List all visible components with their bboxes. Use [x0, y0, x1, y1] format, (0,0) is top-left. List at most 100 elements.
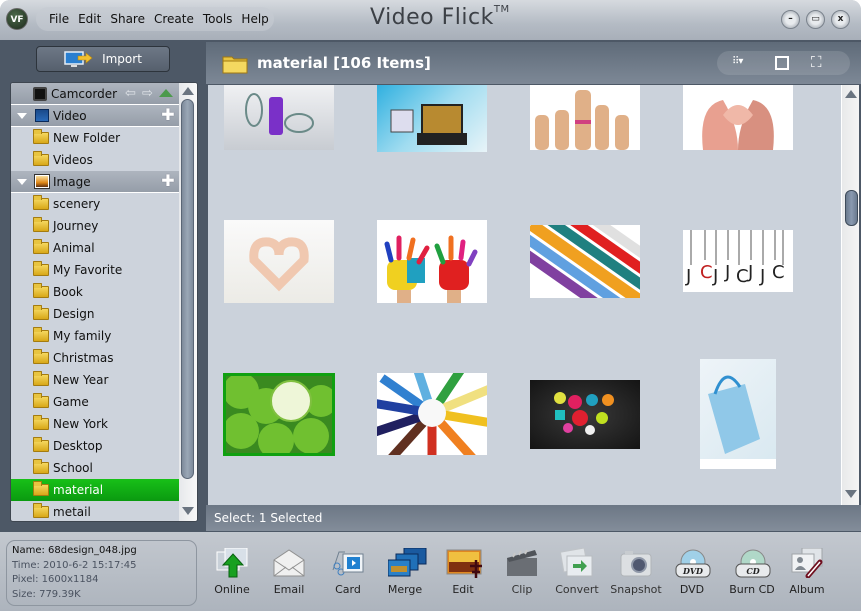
- folder-icon: [33, 283, 49, 298]
- sidebar-image-header[interactable]: Image ✚: [11, 171, 179, 193]
- sidebar-item-new-year[interactable]: New Year: [11, 369, 179, 391]
- online-label: Online: [214, 583, 250, 596]
- back-arrow-icon[interactable]: ⇦: [125, 86, 136, 101]
- sidebar-item-videos[interactable]: Videos: [11, 149, 179, 171]
- burn-cd-button[interactable]: CD Burn CD: [724, 548, 780, 596]
- album-button[interactable]: Album: [779, 547, 835, 596]
- minimize-button[interactable]: –: [781, 10, 800, 29]
- scrollbar-thumb[interactable]: [845, 190, 858, 226]
- menu-help[interactable]: Help: [241, 12, 268, 26]
- menu-edit[interactable]: Edit: [78, 12, 101, 26]
- maximize-button[interactable]: ▭: [806, 10, 825, 29]
- menu-tools[interactable]: Tools: [203, 12, 233, 26]
- thumbnail-thumbs-up[interactable]: [530, 85, 640, 150]
- sidebar-scrollbar[interactable]: [179, 83, 197, 521]
- sidebar-item-book[interactable]: Book: [11, 281, 179, 303]
- thumbnail-color-pencils[interactable]: [377, 373, 487, 455]
- sidebar-item-label: My family: [53, 329, 112, 343]
- clapperboard-icon: [505, 548, 539, 578]
- camcorder-icon: [33, 86, 47, 101]
- single-view-icon[interactable]: [775, 56, 789, 70]
- sidebar-item-new-york[interactable]: New York: [11, 413, 179, 435]
- clip-label: Clip: [511, 583, 533, 596]
- thumbnail-robots[interactable]: [377, 85, 487, 152]
- thumbnail-telephones[interactable]: JCJJCJJC: [683, 230, 793, 292]
- main-header: material [106 Items] ⠿▾ ⛶: [206, 42, 861, 84]
- image-icon: [34, 174, 50, 189]
- expand-icon[interactable]: [17, 178, 27, 185]
- sidebar-item-label: Game: [53, 395, 89, 409]
- clip-button[interactable]: Clip: [494, 548, 550, 596]
- sidebar-item-design[interactable]: Design: [11, 303, 179, 325]
- scroll-down-icon[interactable]: [845, 490, 857, 498]
- import-icon: [64, 51, 93, 67]
- sidebar-item-animal[interactable]: Animal: [11, 237, 179, 259]
- scroll-up-icon[interactable]: [845, 90, 857, 98]
- scroll-up-icon[interactable]: [182, 87, 194, 95]
- folder-icon: [222, 54, 248, 74]
- edit-button[interactable]: Edit: [435, 548, 491, 596]
- convert-button[interactable]: Convert: [549, 547, 605, 596]
- thumbnail-monster-art[interactable]: [530, 380, 640, 449]
- card-button[interactable]: Card: [320, 548, 376, 596]
- sidebar-item-my-family[interactable]: My family: [11, 325, 179, 347]
- menu-create[interactable]: Create: [154, 12, 194, 26]
- fullscreen-icon[interactable]: ⛶: [811, 53, 822, 71]
- app-title: Video FlickTM: [370, 3, 510, 30]
- sidebar-camcorder[interactable]: Camcorder ⇦ ⇨: [11, 83, 179, 105]
- thumbnail-combs[interactable]: [530, 225, 640, 298]
- svg-text:J: J: [712, 266, 718, 287]
- thumbnail-cupped-hands[interactable]: [683, 85, 793, 150]
- sidebar-item-school[interactable]: School: [11, 457, 179, 479]
- menu-share[interactable]: Share: [110, 12, 145, 26]
- expand-icon[interactable]: [17, 112, 27, 119]
- sidebar-item-scenery[interactable]: scenery: [11, 193, 179, 215]
- sidebar-video-header[interactable]: Video ✚: [11, 105, 179, 127]
- thumbnail-heart-hands[interactable]: [224, 220, 334, 303]
- snapshot-button[interactable]: Snapshot: [608, 548, 664, 596]
- thumbnail-glasses[interactable]: [224, 85, 334, 150]
- main-scrollbar[interactable]: [841, 85, 859, 505]
- sidebar-item-metail[interactable]: metail: [11, 501, 179, 521]
- burn-cd-label: Burn CD: [729, 583, 775, 596]
- close-button[interactable]: x: [831, 10, 850, 29]
- grid-view-icon[interactable]: ⠿▾: [732, 56, 743, 67]
- sidebar-item-new-folder[interactable]: New Folder: [11, 127, 179, 149]
- eject-icon[interactable]: [158, 88, 173, 97]
- menu-file[interactable]: File: [49, 12, 69, 26]
- sidebar-item-label: My Favorite: [53, 263, 123, 277]
- sidebar-item-my-favorite[interactable]: My Favorite: [11, 259, 179, 281]
- sidebar-item-label: metail: [53, 505, 91, 519]
- dvd-button[interactable]: DVD DVD: [664, 548, 720, 596]
- merge-button[interactable]: Merge: [377, 547, 433, 596]
- trademark: TM: [493, 3, 510, 15]
- forward-arrow-icon[interactable]: ⇨: [142, 86, 153, 101]
- thumbnail-painted-hands[interactable]: [377, 220, 487, 303]
- sidebar-item-label: Videos: [53, 153, 93, 167]
- scroll-down-icon[interactable]: [182, 507, 194, 515]
- sidebar-item-desktop[interactable]: Desktop: [11, 435, 179, 457]
- thumbnail-green-apples[interactable]: [223, 373, 335, 456]
- sidebar-item-label: New Folder: [53, 131, 121, 145]
- scrollbar-thumb[interactable]: [181, 99, 194, 479]
- email-label: Email: [273, 583, 305, 596]
- sidebar-item-material[interactable]: material: [11, 479, 179, 501]
- add-image-folder-icon[interactable]: ✚: [161, 173, 175, 189]
- online-button[interactable]: Online: [204, 547, 260, 596]
- thumbnail-grid: JCJJCJJC: [208, 85, 841, 505]
- sidebar-item-christmas[interactable]: Christmas: [11, 347, 179, 369]
- album-label: Album: [789, 583, 825, 596]
- folder-icon: [33, 129, 49, 144]
- add-video-folder-icon[interactable]: ✚: [161, 107, 175, 123]
- dvd-disc-text: DVD: [682, 566, 703, 576]
- email-button[interactable]: Email: [261, 548, 317, 596]
- title-bar: VF File Edit Share Create Tools Help Vid…: [0, 0, 861, 40]
- merge-label: Merge: [387, 583, 423, 596]
- import-button[interactable]: Import: [36, 46, 170, 72]
- sidebar-item-journey[interactable]: Journey: [11, 215, 179, 237]
- sidebar-item-game[interactable]: Game: [11, 391, 179, 413]
- sidebar-item-label: New York: [53, 417, 108, 431]
- card-label: Card: [335, 583, 361, 596]
- selection-status: Select: 1 Selected: [214, 511, 323, 525]
- thumbnail-gift-bag[interactable]: [700, 359, 776, 469]
